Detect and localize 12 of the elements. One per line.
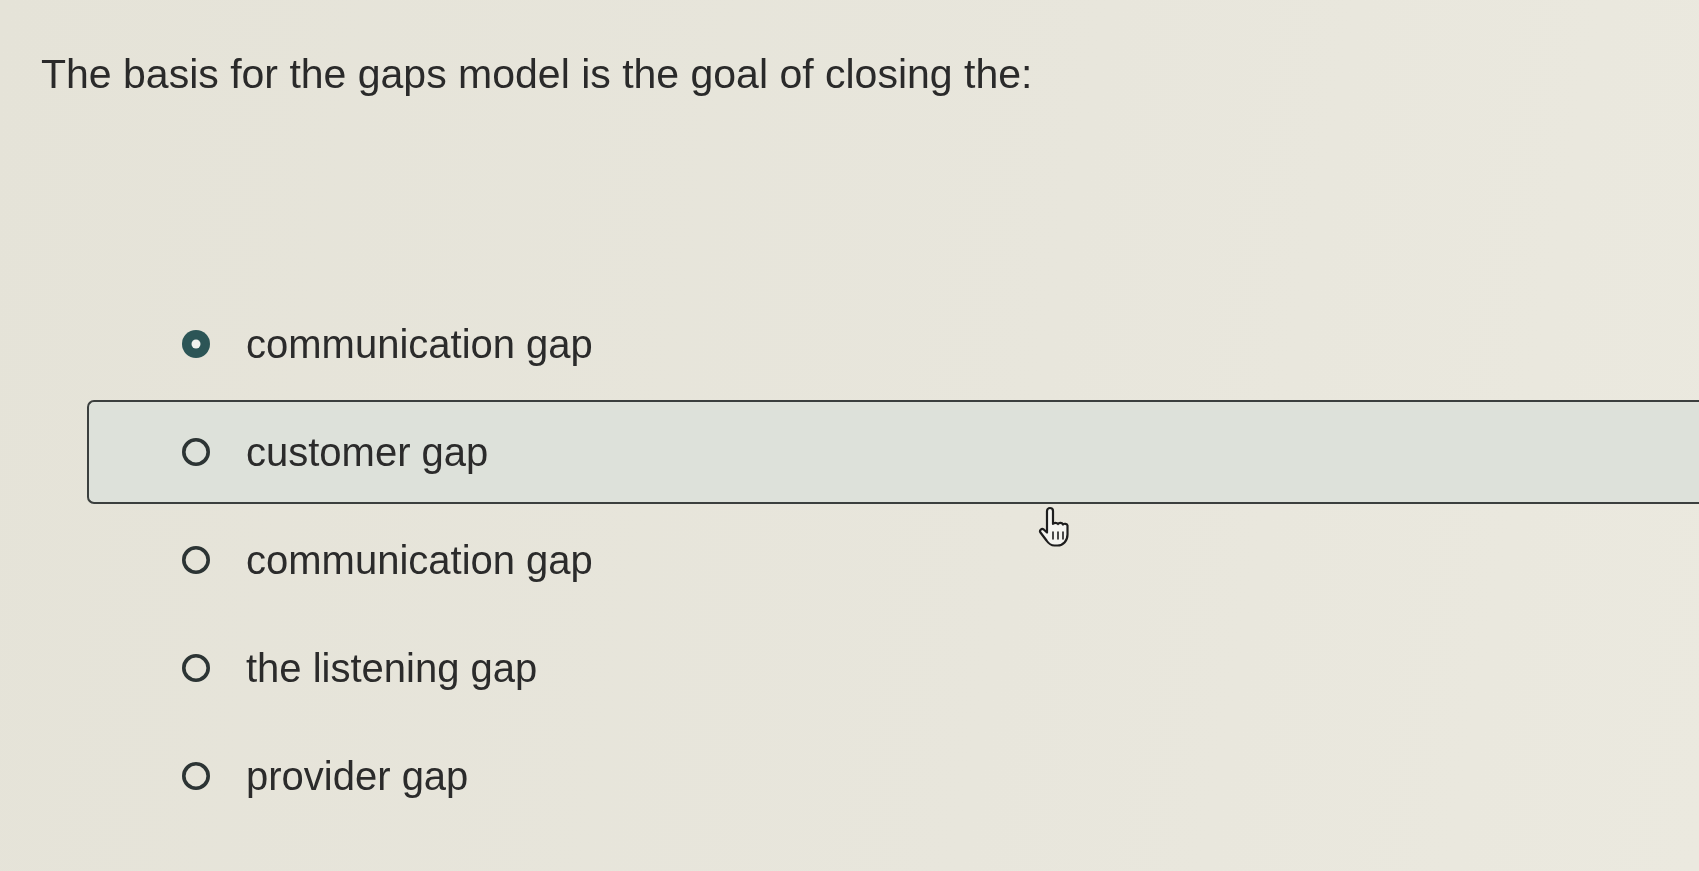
option-label[interactable]: communication gap (246, 536, 593, 584)
option-label[interactable]: provider gap (246, 752, 469, 800)
question-text: The basis for the gaps model is the goal of closing the: (41, 50, 1033, 98)
highlighted-option-row[interactable]: customer gap (87, 400, 1699, 504)
radio-button[interactable] (182, 330, 210, 358)
radio-button[interactable] (182, 762, 210, 790)
radio-button[interactable] (182, 546, 210, 574)
radio-button[interactable] (182, 654, 210, 682)
option-label[interactable]: the listening gap (246, 644, 538, 692)
option-label[interactable]: customer gap (246, 428, 489, 476)
option-label[interactable]: communication gap (246, 320, 593, 368)
radio-button[interactable] (182, 438, 210, 466)
